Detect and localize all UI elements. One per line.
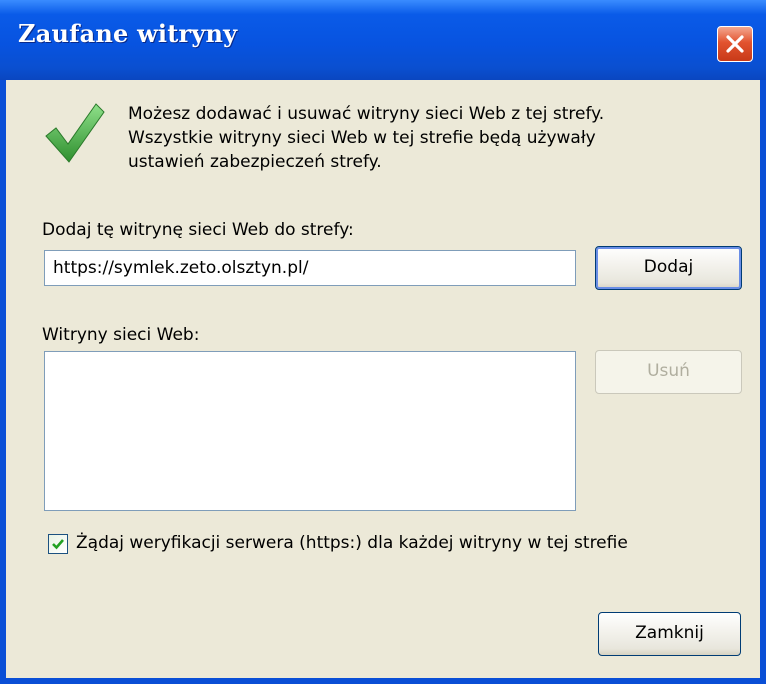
site-url-input[interactable] xyxy=(44,250,576,286)
sites-list-label: Witryny sieci Web: xyxy=(42,325,200,345)
dialog-body: Możesz dodawać i usuwać witryny sieci We… xyxy=(6,80,760,678)
close-icon xyxy=(726,35,744,53)
intro-text: Możesz dodawać i usuwać witryny sieci We… xyxy=(128,102,728,174)
require-https-label[interactable]: Żądaj weryfikacji serwera (https:) dla k… xyxy=(76,533,628,553)
intro-line: ustawień zabezpieczeń strefy. xyxy=(128,152,382,172)
sites-listbox[interactable] xyxy=(44,351,576,511)
add-button[interactable]: Dodaj xyxy=(595,246,742,290)
close-button[interactable] xyxy=(717,26,753,62)
checkbox-check-icon xyxy=(52,539,64,550)
close-dialog-button[interactable]: Zamknij xyxy=(598,612,741,656)
dialog-title: Zaufane witryny xyxy=(18,19,238,48)
add-site-label: Dodaj tę witrynę sieci Web do strefy: xyxy=(42,220,354,240)
title-bar[interactable]: Zaufane witryny xyxy=(0,0,766,80)
require-https-checkbox[interactable] xyxy=(48,534,68,554)
intro-line: Wszystkie witryny sieci Web w tej strefi… xyxy=(128,128,596,148)
intro-line: Możesz dodawać i usuwać witryny sieci We… xyxy=(128,104,605,124)
remove-button[interactable]: Usuń xyxy=(595,350,742,394)
dialog-window: Zaufane witryny Możesz dodawać i usuwać … xyxy=(0,0,766,684)
checkmark-icon xyxy=(45,103,105,163)
